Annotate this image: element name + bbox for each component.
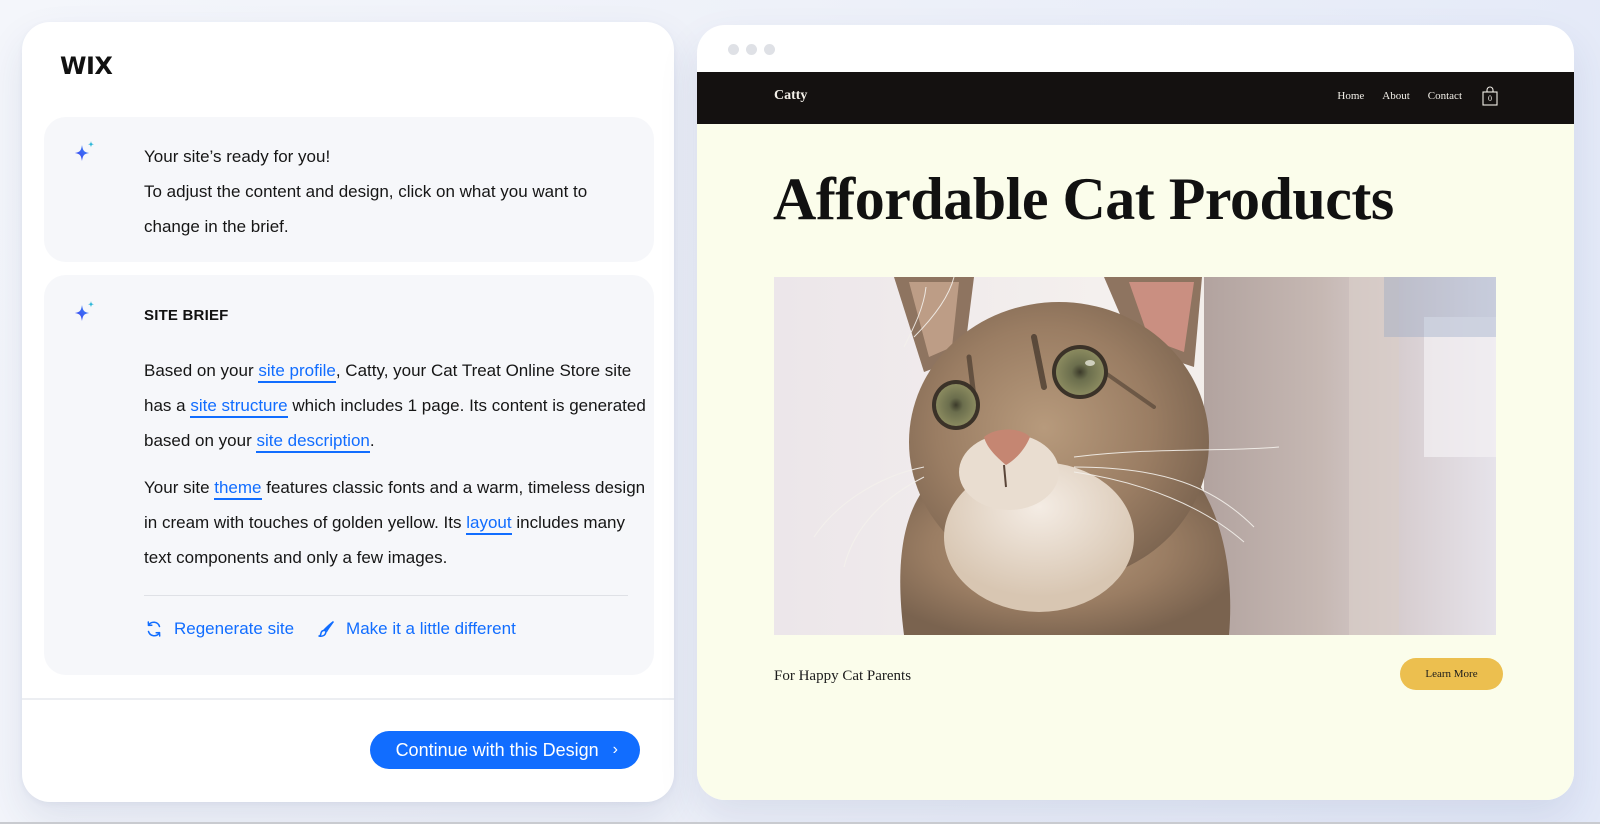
- window-controls: [728, 44, 775, 55]
- brief-paragraph-design: Your site theme features classic fonts a…: [144, 470, 649, 575]
- chevron-right-icon: ›: [612, 741, 618, 758]
- brief-text: .: [369, 431, 375, 450]
- brief-title: SITE BRIEF: [144, 307, 229, 324]
- regenerate-site-label: Regenerate site: [174, 619, 295, 638]
- site-profile-link[interactable]: site profile: [258, 361, 336, 383]
- ready-title: Your site’s ready for you!: [144, 147, 331, 166]
- learn-more-button[interactable]: Learn More: [1400, 658, 1503, 690]
- site-logo[interactable]: Catty: [774, 88, 807, 104]
- refresh-icon: [147, 621, 161, 637]
- site-preview-window: Catty Home About Contact 0 Affordable Ca…: [697, 25, 1574, 800]
- brief-paragraph-structure: Based on your site profile, Catty, your …: [144, 353, 649, 458]
- site-structure-link[interactable]: site structure: [190, 396, 288, 418]
- nav-contact[interactable]: Contact: [1428, 90, 1462, 102]
- site-brief-card: SITE BRIEF Based on your site profile, C…: [44, 275, 654, 675]
- regenerate-site-button[interactable]: Regenerate site: [144, 619, 294, 639]
- paintbrush-icon: [318, 621, 334, 637]
- theme-link[interactable]: theme: [214, 478, 262, 500]
- continue-with-design-button[interactable]: Continue with this Design ›: [369, 731, 640, 769]
- make-different-label: Make it a little different: [346, 619, 516, 638]
- sparkle-icon: [75, 301, 94, 321]
- nav-home[interactable]: Home: [1337, 90, 1364, 102]
- ready-card: Your site’s ready for you! To adjust the…: [44, 117, 654, 262]
- layout-link[interactable]: layout: [466, 513, 512, 535]
- continue-label: Continue with this Design: [395, 739, 599, 760]
- brief-text: Based on your: [144, 361, 259, 380]
- site-description-link[interactable]: site description: [256, 431, 370, 453]
- site-nav: Home About Contact 0: [1337, 86, 1498, 106]
- hero-title: Affordable Cat Products: [773, 166, 1394, 232]
- brief-text: Your site: [144, 478, 215, 497]
- cat-photo: [774, 277, 1496, 635]
- make-different-button[interactable]: Make it a little different: [316, 619, 516, 639]
- window-dot: [728, 44, 739, 55]
- window-dot: [746, 44, 757, 55]
- footer-divider: [22, 698, 674, 700]
- nav-about[interactable]: About: [1382, 90, 1410, 102]
- brief-panel: WIX Your site’s ready for you! To adjust…: [22, 22, 674, 802]
- cart-button[interactable]: 0: [1482, 86, 1498, 106]
- hero-tagline: For Happy Cat Parents: [774, 668, 912, 684]
- brief-actions: Regenerate site Make it a little differe…: [144, 619, 516, 639]
- ready-message: Your site’s ready for you! To adjust the…: [144, 139, 624, 244]
- brief-body: Based on your site profile, Catty, your …: [144, 353, 649, 575]
- ready-instructions: To adjust the content and design, click …: [144, 182, 588, 236]
- sparkle-icon: [75, 141, 94, 161]
- hero-image-cat: [774, 277, 1496, 635]
- divider: [144, 595, 628, 596]
- wix-logo: WIX: [60, 52, 113, 80]
- cart-count: 0: [1488, 94, 1492, 103]
- site-preview[interactable]: Catty Home About Contact 0 Affordable Ca…: [697, 72, 1574, 800]
- window-dot: [764, 44, 775, 55]
- site-header: Catty Home About Contact 0: [697, 72, 1574, 124]
